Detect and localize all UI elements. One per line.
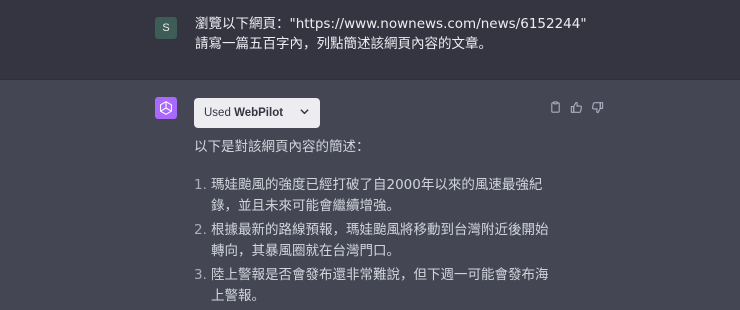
plugin-used-prefix: Used xyxy=(204,107,231,119)
response-list: 1. 瑪娃颱風的強度已經打破了自2000年以來的風速最強紀錄，並且未來可能會繼續… xyxy=(194,175,554,310)
chevron-down-icon xyxy=(299,106,310,120)
list-item-number: 2. xyxy=(194,222,207,238)
plugin-used-label: Used WebPilot xyxy=(204,107,283,119)
list-item: 1. 瑪娃颱風的強度已經打破了自2000年以來的風速最強紀錄，並且未來可能會繼續… xyxy=(194,175,554,216)
user-message-row: S 瀏覽以下網頁："https://www.nownews.com/news/6… xyxy=(0,0,740,80)
thumbs-up-icon[interactable] xyxy=(569,100,583,114)
list-item-number: 1. xyxy=(194,177,207,193)
list-item-text: 根據最新的路線預報，瑪娃颱風將移動到台灣附近後開始轉向，其暴風圈就在台灣門口。 xyxy=(211,222,549,259)
list-item: 2. 根據最新的路線預報，瑪娃颱風將移動到台灣附近後開始轉向，其暴風圈就在台灣門… xyxy=(194,220,554,261)
list-item: 3. 陸上警報是否會發布還非常難說，但下週一可能會發布海上警報。 xyxy=(194,265,554,306)
thumbs-down-icon[interactable] xyxy=(590,100,604,114)
plugin-used-toggle[interactable]: Used WebPilot xyxy=(194,98,320,128)
list-item-number: 3. xyxy=(194,267,207,283)
user-avatar: S xyxy=(155,17,177,39)
user-message-line-2: 請寫一篇五百字內，列點簡述該網頁內容的文章。 xyxy=(195,35,492,52)
response-intro: 以下是對該網頁內容的簡述： xyxy=(194,139,370,155)
list-item-text: 陸上警報是否會發布還非常難說，但下週一可能會發布海上警報。 xyxy=(211,267,549,304)
user-message-text: 瀏覽以下網頁："https://www.nownews.com/news/615… xyxy=(195,15,675,54)
message-actions xyxy=(548,100,604,114)
copy-icon[interactable] xyxy=(548,100,562,114)
user-message-line-1: 瀏覽以下網頁："https://www.nownews.com/news/615… xyxy=(195,16,587,32)
list-item-text: 瑪娃颱風的強度已經打破了自2000年以來的風速最強紀錄，並且未來可能會繼續增強。 xyxy=(211,177,543,214)
plugin-name: WebPilot xyxy=(234,107,284,119)
assistant-message-row: Used WebPilot 以下是對該網頁內容的簡述： 1. 瑪娃颱風的強度已經… xyxy=(0,80,740,304)
chatgpt-logo-icon xyxy=(155,97,177,119)
